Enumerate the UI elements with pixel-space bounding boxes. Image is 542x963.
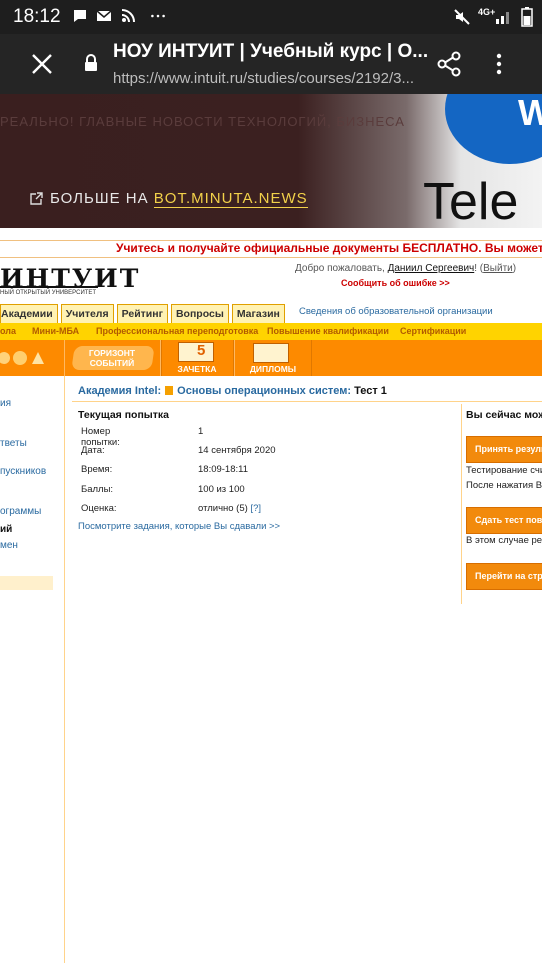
nav-tab-questions[interactable]: Вопросы — [170, 304, 229, 323]
org-info-link[interactable]: Сведения об образовательной организации — [299, 306, 493, 317]
logo-underline — [0, 286, 98, 288]
left-nav-highlight — [0, 576, 53, 590]
main-nav: Академии Учителя Рейтинг Вопросы Магазин — [0, 304, 285, 323]
browser-toolbar: НОУ ИНТУИТ | Учебный курс | О... https:/… — [0, 34, 542, 94]
status-bar: 18:12 4G+ — [0, 0, 542, 34]
nav-tab-shop[interactable]: Магазин — [231, 304, 285, 323]
share-icon[interactable] — [436, 51, 462, 77]
decor-icons — [0, 351, 44, 365]
left-nav-item[interactable]: ограммы — [0, 506, 41, 517]
mail-icon — [96, 10, 112, 21]
intuit-page: Учитесь и получайте официальные документ… — [0, 228, 542, 963]
network-type: 4G+ — [478, 7, 496, 17]
ad-more-url[interactable]: BOT.MINUTA.NEWS — [153, 190, 308, 208]
attempt-label: Баллы: — [81, 484, 114, 495]
right-panel-heading: Вы сейчас мож — [466, 409, 542, 421]
breadcrumb-course[interactable]: Основы операционных систем: — [177, 385, 351, 397]
divider — [72, 401, 542, 402]
attempt-value: отлично (5) [?] — [198, 503, 261, 514]
zachetka-label: ЗАЧЕТКА — [177, 364, 217, 374]
breadcrumb-test: Тест 1 — [354, 385, 387, 397]
attempt-label: Дата: — [81, 445, 105, 456]
site-logo[interactable]: ИНТУИТ — [0, 264, 140, 293]
more-icon — [151, 14, 165, 18]
url-bar[interactable]: https://www.intuit.ru/studies/courses/21… — [113, 70, 433, 87]
left-nav-item[interactable]: ия — [0, 398, 11, 409]
sub-nav: ола Мини-МБА Профессиональная переподгот… — [0, 323, 542, 340]
report-error-link[interactable]: Сообщить об ошибке >> — [341, 278, 450, 288]
divider — [0, 257, 542, 258]
left-nav-item[interactable]: мен — [0, 540, 18, 551]
site-logo-subtitle: НЫЙ ОТКРЫТЫЙ УНИВЕРСИТЕТ — [0, 290, 97, 296]
close-icon[interactable] — [30, 52, 54, 76]
right-panel-text: В этом случае рез — [466, 535, 542, 546]
attempt-value: 14 сентября 2020 — [198, 445, 276, 456]
attempt-label: Время: — [81, 464, 113, 475]
diplomas-label: ДИПЛОМЫ — [249, 364, 297, 374]
zachetka-button[interactable]: 5 ЗАЧЕТКА — [160, 340, 234, 376]
attempt-value: 100 из 100 — [198, 484, 245, 495]
attempt-value: 1 — [198, 426, 204, 437]
accept-result-button[interactable]: Принять резуль — [466, 436, 542, 463]
attempt-heading: Текущая попытка — [78, 409, 169, 421]
page-title[interactable]: НОУ ИНТУИТ | Учебный курс | О... — [113, 41, 433, 63]
breadcrumb: Академия Intel: Основы операционных систе… — [78, 385, 387, 397]
gradebook-icon — [178, 342, 214, 362]
grade-help-link[interactable]: [?] — [250, 503, 261, 514]
welcome-end: ) — [512, 263, 517, 274]
diplomas-button[interactable]: ДИПЛОМЫ — [234, 340, 312, 376]
diploma-icon — [253, 343, 289, 363]
horizon-events-button[interactable]: ГОРИЗОНТ СОБЫТИЙ — [64, 340, 162, 376]
retake-test-button[interactable]: Сдать тест повт — [466, 507, 542, 534]
ad-brand-letter: W — [518, 94, 542, 133]
left-nav-item[interactable]: тветы — [0, 438, 27, 449]
nav-tab-academies[interactable]: Академии — [0, 304, 58, 323]
view-submitted-tasks-link[interactable]: Посмотрите задания, которые Вы сдавали >… — [78, 521, 280, 532]
ad-more-prefix: БОЛЬШЕ НА — [50, 190, 154, 207]
chat-icon — [74, 10, 86, 22]
user-name-link[interactable]: Даниил Сергеевич — [388, 263, 475, 274]
attempt-label: Оценка: — [81, 503, 117, 514]
subnav-item-mini-mba[interactable]: Мини-МБА — [32, 326, 79, 336]
attempt-value: 18:09-18:11 — [198, 464, 249, 475]
status-time: 18:12 — [13, 6, 61, 27]
overflow-menu-icon[interactable] — [494, 52, 504, 76]
ad-ticker: РЕАЛЬНО! ГЛАВНЫЕ НОВОСТИ ТЕХНОЛОГИЙ, БИЗ… — [0, 114, 405, 129]
mute-icon — [454, 9, 470, 25]
ad-more-link[interactable]: БОЛЬШЕ НА BOT.MINUTA.NEWS — [50, 190, 308, 208]
divider — [461, 404, 462, 604]
divider — [64, 376, 65, 963]
right-panel-text: После нажатия Вы — [466, 480, 542, 491]
goto-page-button[interactable]: Перейти на стра — [466, 563, 542, 590]
subnav-item-qualification[interactable]: Повышение квалификации — [267, 326, 389, 336]
welcome-mid: ! ( — [474, 263, 484, 274]
nav-tab-rating[interactable]: Рейтинг — [116, 304, 168, 323]
signal-icon — [496, 12, 509, 24]
breadcrumb-academy[interactable]: Академия Intel: — [78, 385, 161, 397]
rss-icon — [121, 9, 135, 23]
lock-icon — [85, 54, 97, 71]
horizon-label: ГОРИЗОНТ СОБЫТИЙ — [88, 348, 136, 368]
grade-value: отлично (5) — [198, 503, 248, 514]
battery-icon — [521, 7, 533, 27]
logout-link[interactable]: Выйти — [483, 263, 513, 274]
nav-tab-teachers[interactable]: Учителя — [60, 304, 114, 323]
left-nav-item[interactable]: пускников — [0, 466, 46, 477]
promo-banner[interactable]: Учитесь и получайте официальные документ… — [116, 241, 542, 255]
ad-banner[interactable]: РЕАЛЬНО! ГЛАВНЫЕ НОВОСТИ ТЕХНОЛОГИЙ, БИЗ… — [0, 94, 542, 228]
book-icon — [165, 386, 174, 395]
welcome-text: Добро пожаловать, Даниил Сергеевич! (Вый… — [295, 263, 516, 274]
welcome-prefix: Добро пожаловать, — [295, 263, 388, 274]
orange-menu: ГОРИЗОНТ СОБЫТИЙ 5 ЗАЧЕТКА ДИПЛОМЫ — [0, 340, 542, 376]
left-nav-item-active[interactable]: ий — [0, 524, 12, 535]
external-link-icon — [30, 192, 43, 205]
gradebook-grade: 5 — [197, 342, 206, 359]
ad-brand-word: Tele — [423, 173, 519, 228]
right-panel-text: Тестирование счи — [466, 465, 542, 476]
subnav-item-certification[interactable]: Сертификации — [400, 326, 466, 336]
subnav-item-school[interactable]: ола — [0, 326, 16, 336]
subnav-item-retraining[interactable]: Профессиональная переподготовка — [96, 326, 258, 336]
